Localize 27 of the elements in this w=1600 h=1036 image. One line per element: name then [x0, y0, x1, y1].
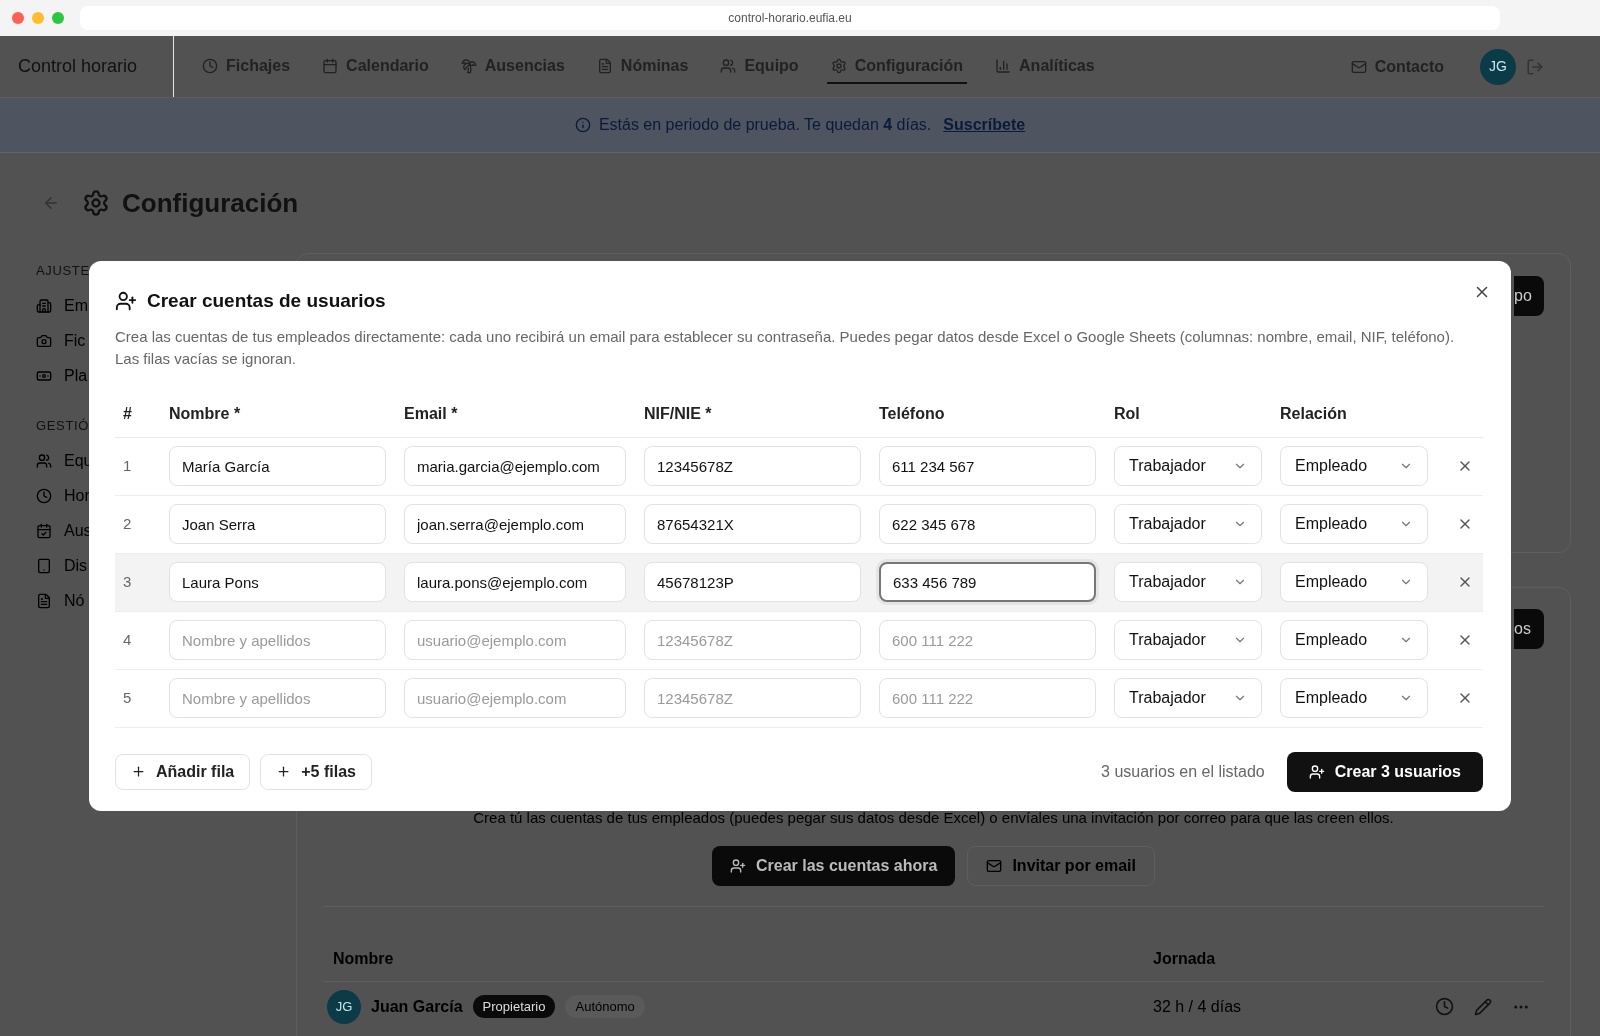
row-number: 3 — [123, 571, 133, 592]
employee-name: Juan García — [371, 996, 463, 1017]
page-title: Configuración — [122, 186, 299, 220]
role-badge: Propietario — [472, 994, 556, 1019]
schedule-text: 32 h / 4 días — [1152, 996, 1243, 1017]
section-heading: GESTIÓ — [36, 416, 91, 435]
user-count: 3 usuarios en el listado — [1101, 761, 1265, 782]
role-badge: Autónomo — [565, 994, 645, 1019]
team-description: Crea tú las cuentas de tus empleados (puedes pegar sus datos desde Excel) o envíales una invitación por correo para que las creen ellos. — [472, 808, 1395, 828]
column-header: Jornada — [1153, 948, 1217, 969]
row-number: 4 — [123, 629, 133, 650]
dialog-title: Crear cuentas de usuarios — [147, 289, 386, 313]
row-number: 2 — [123, 513, 133, 534]
column-header: Email * — [404, 404, 459, 424]
user-avatar: JG — [327, 989, 361, 1024]
column-header: Teléfono — [879, 404, 946, 424]
column-header: Nombre — [333, 948, 395, 969]
section-heading: AJUSTE — [36, 262, 91, 280]
dialog-description: Crea las cuentas de tus empleados directamente: cada uno recibirá un email para establecer su contraseña. Puedes pegar datos desde Excel o Google Sheets (columnas: nombre, email, NIF, teléfono). Las filas vacías se ignoran. — [115, 326, 1455, 369]
row-number: 1 — [123, 455, 133, 476]
column-header: Relación — [1280, 404, 1348, 424]
column-header: Rol — [1114, 404, 1141, 424]
column-header: NIF/NIE * — [644, 404, 713, 424]
trial-message: Estás en periodo de prueba. Te quedan 4 días. — [598, 115, 932, 135]
row-number: 5 — [123, 687, 133, 708]
column-header: Nombre * — [169, 404, 242, 424]
column-header: # — [123, 404, 133, 424]
